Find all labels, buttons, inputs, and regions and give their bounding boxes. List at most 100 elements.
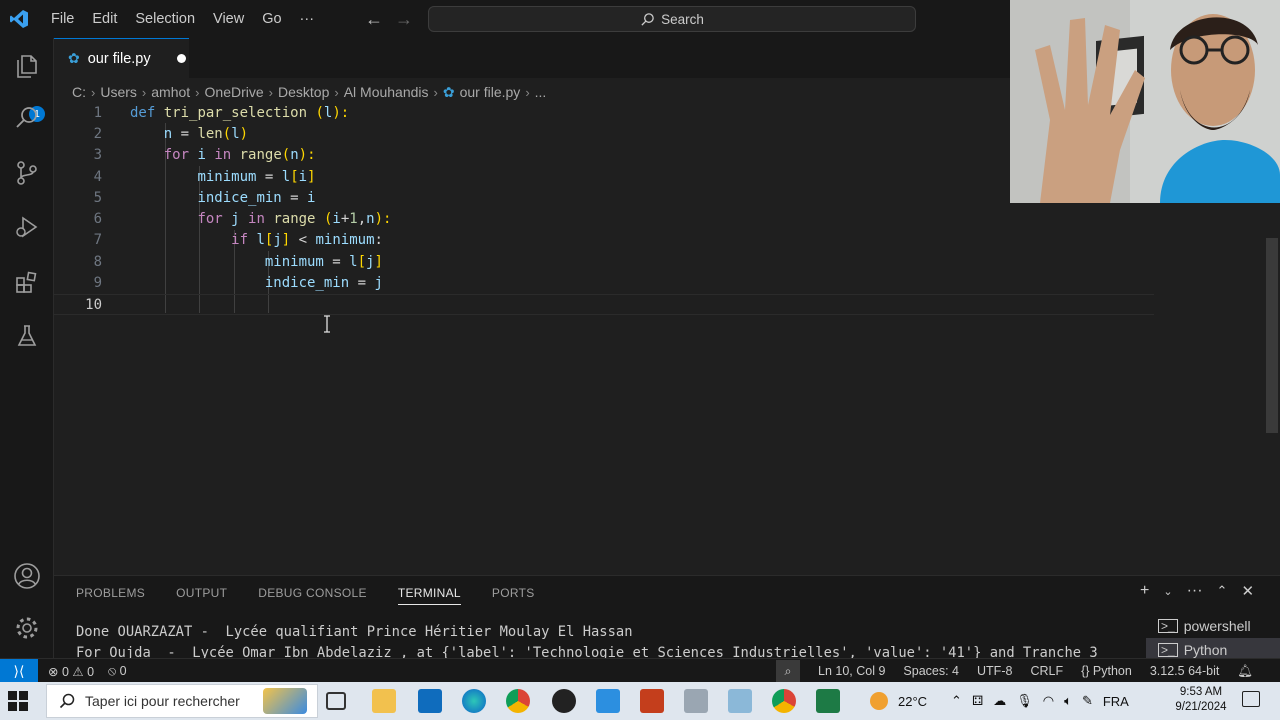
breadcrumb-users[interactable]: Users (100, 84, 137, 100)
colon: : (374, 232, 383, 249)
tab-ports[interactable]: PORTS (492, 586, 535, 605)
tab-terminal[interactable]: TERMINAL (397, 586, 461, 605)
webcam-overlay (1010, 0, 1280, 203)
code-line: 2 n = len(l) (54, 123, 1154, 144)
chrome-icon[interactable] (506, 689, 530, 713)
unsaved-dot-icon[interactable] (176, 54, 186, 63)
add-terminal-icon[interactable]: + (1140, 582, 1149, 600)
chrome-icon[interactable] (772, 689, 796, 713)
tab-title: our file.py (87, 50, 151, 67)
line-number: 6 (93, 211, 102, 228)
file-explorer-icon[interactable] (372, 689, 396, 713)
breadcrumb-desktop[interactable]: Desktop (278, 84, 329, 100)
volume-icon[interactable]: 🔈︎ (1064, 693, 1072, 709)
argument: n (366, 211, 375, 228)
source-control-icon[interactable] (11, 157, 43, 189)
network-icon[interactable]: ◠ (1043, 693, 1054, 709)
search-icon (641, 12, 654, 26)
code-line: 9 indice_min = j (54, 272, 1154, 293)
testing-flask-icon[interactable] (11, 320, 43, 352)
breadcrumb: C: › Users › amhot › OneDrive › Desktop › Al … (72, 82, 546, 102)
chevron-up-icon[interactable]: ⌃ (951, 693, 962, 709)
taskbar-search[interactable]: Taper ici pour rechercher (46, 684, 318, 718)
line-number: 4 (93, 168, 102, 185)
vscode-taskbar-icon[interactable] (596, 689, 620, 713)
menu-go[interactable]: Go (253, 0, 290, 38)
remote-indicator-icon[interactable]: ⟩⟨ (0, 659, 38, 683)
language-mode[interactable]: {} Python (1081, 664, 1132, 678)
editor-scrollbar[interactable] (1266, 238, 1278, 433)
breadcrumb-onedrive[interactable]: OneDrive (205, 84, 264, 100)
python-interpreter[interactable]: 3.12.5 64-bit (1150, 664, 1220, 678)
onedrive-cloud-icon[interactable]: ☁ (993, 693, 1006, 709)
breadcrumb-symbol[interactable]: ... (535, 84, 547, 100)
search-view-icon[interactable] (11, 102, 43, 134)
eol[interactable]: CRLF (1030, 664, 1063, 678)
encoding[interactable]: UTF-8 (977, 664, 1012, 678)
extensions-icon[interactable] (11, 266, 43, 298)
outlook-icon[interactable] (418, 689, 442, 713)
menu-file[interactable]: File (42, 0, 83, 38)
zoom-icon[interactable]: ⌕ (776, 660, 800, 682)
back-arrow-icon[interactable]: ← (365, 9, 383, 30)
tab-output[interactable]: OUTPUT (176, 586, 227, 605)
microphone-icon[interactable]: 🎙︎ (1016, 693, 1033, 709)
forward-arrow-icon[interactable]: → (395, 9, 413, 30)
excel-icon[interactable] (816, 689, 840, 713)
indentation[interactable]: Spaces: 4 (903, 664, 959, 678)
tab-problems[interactable]: PROBLEMS (76, 586, 145, 605)
language-indicator[interactable]: FRA (1103, 694, 1129, 709)
line-number: 7 (93, 232, 102, 249)
terminal-item-powershell[interactable]: >_ powershell (1146, 614, 1280, 638)
photos-icon[interactable] (684, 689, 708, 713)
notification-center-icon[interactable] (1242, 691, 1260, 707)
tab-debug-console[interactable]: DEBUG CONSOLE (258, 586, 367, 605)
maximize-panel-icon[interactable]: ⌃ (1217, 583, 1228, 599)
keyword: for (163, 147, 190, 164)
explorer-icon[interactable] (11, 50, 43, 82)
account-icon[interactable] (11, 560, 43, 592)
clock[interactable]: 9:53 AM 9/21/2024 (1168, 685, 1234, 715)
bracket: ] (374, 253, 383, 270)
python-file-icon: ✿ (68, 50, 80, 66)
weather-temp[interactable]: 22°C (898, 694, 927, 709)
terminal-line: Done OUARZAZAT - Lycée qualifiant Prince… (76, 624, 633, 640)
ports-status[interactable]: ⦸ 0 (108, 664, 127, 679)
breadcrumb-folder[interactable]: Al Mouhandis (344, 84, 429, 100)
powerpoint-icon[interactable] (640, 689, 664, 713)
pen-icon[interactable]: ✎ (1082, 693, 1093, 709)
task-view-icon[interactable] (326, 692, 346, 710)
app-icon[interactable] (552, 689, 576, 713)
notifications-bell-icon[interactable]: 🔔︎ (1237, 664, 1253, 679)
cursor-position[interactable]: Ln 10, Col 9 (818, 664, 885, 678)
chevron-right-icon: › (195, 84, 200, 100)
chevron-down-icon[interactable]: ⌄ (1163, 585, 1172, 598)
more-actions-icon[interactable]: ··· (1187, 582, 1203, 600)
menu-selection[interactable]: Selection (126, 0, 204, 38)
tab-our-file[interactable]: ✿ our file.py (54, 38, 189, 78)
function-name: tri_par_selection (163, 104, 308, 121)
breadcrumb-user[interactable]: amhot (151, 84, 190, 100)
operator: = (281, 189, 308, 206)
breadcrumb-drive[interactable]: C: (72, 84, 86, 100)
terminal-icon: >_ (1158, 643, 1178, 657)
app-icon[interactable] (728, 689, 752, 713)
keyword: in (248, 211, 265, 228)
menu-more[interactable]: ··· (291, 0, 324, 38)
breadcrumb-file[interactable]: our file.py (460, 84, 521, 100)
problems-status[interactable]: ⊗ 0 ⚠ 0 (48, 664, 94, 679)
panel-tabs: PROBLEMS OUTPUT DEBUG CONSOLE TERMINAL P… (76, 586, 535, 605)
close-panel-icon[interactable]: ✕ (1241, 582, 1254, 600)
array: l (349, 253, 358, 270)
command-center-search[interactable]: Search (428, 6, 916, 32)
settings-gear-icon[interactable] (11, 612, 43, 644)
edge-browser-icon[interactable] (462, 689, 486, 713)
menu-edit[interactable]: Edit (83, 0, 126, 38)
comma: , (357, 211, 367, 228)
weather-icon[interactable] (870, 692, 888, 710)
menu-view[interactable]: View (204, 0, 253, 38)
run-debug-icon[interactable] (11, 211, 43, 243)
code-line: 1 def tri_par_selection (l): (54, 102, 1154, 123)
windows-start-icon[interactable] (8, 691, 28, 711)
tray-icon[interactable]: ⚃ (972, 693, 983, 709)
